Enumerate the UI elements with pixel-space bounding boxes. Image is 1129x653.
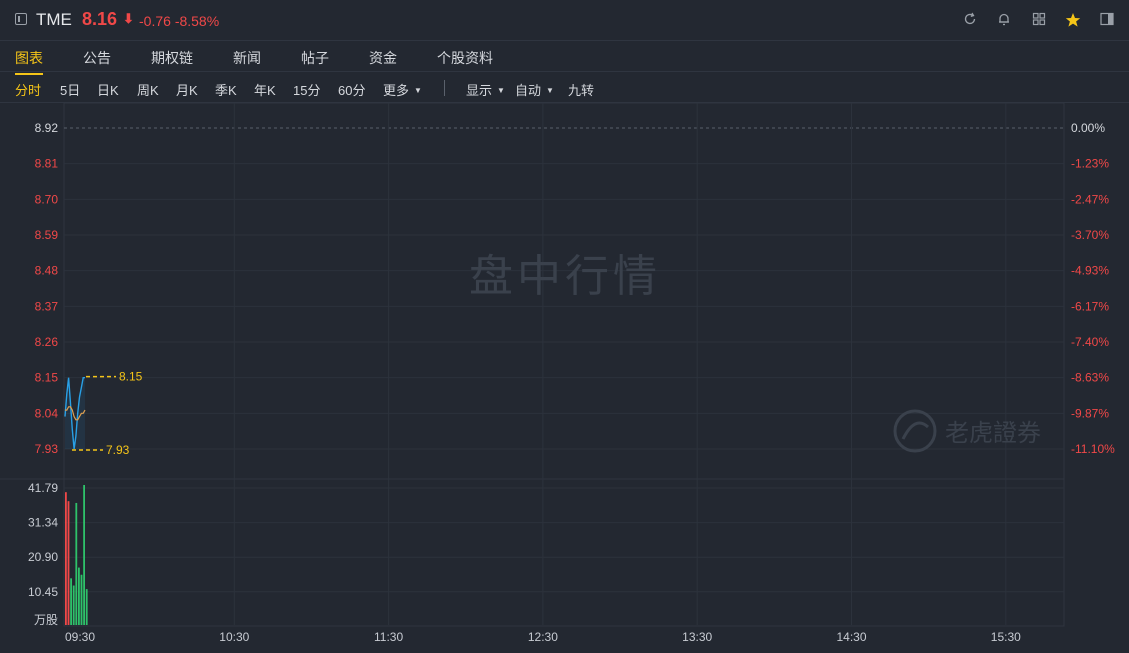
volume-bar — [85, 589, 88, 625]
period-60min[interactable]: 60分 — [338, 80, 365, 99]
pct-axis-label: -6.17% — [1071, 299, 1109, 313]
time-axis-label: 11:30 — [374, 630, 403, 644]
time-axis-label: 13:30 — [682, 630, 712, 644]
volume-axis-label: 20.90 — [28, 550, 58, 564]
time-axis-label: 09:30 — [65, 630, 95, 644]
tab-announcements[interactable]: 公告 — [83, 48, 111, 68]
price-axis-label: 8.37 — [35, 299, 59, 313]
caret-down-icon: ▼ — [546, 86, 554, 95]
change-percent: -8.58% — [174, 13, 220, 29]
tiger-logo-icon — [893, 409, 937, 453]
sidebar-icon[interactable] — [1099, 12, 1115, 28]
caret-down-icon: ▼ — [414, 86, 422, 95]
pct-axis-label: 0.00% — [1071, 121, 1105, 135]
price-axis-label: 8.59 — [35, 228, 59, 242]
tab-profile[interactable]: 个股资料 — [437, 48, 493, 68]
panel-toggle-icon[interactable] — [15, 13, 27, 25]
change-value: -0.76 — [139, 13, 171, 29]
time-axis-label: 14:30 — [836, 630, 866, 644]
display-dropdown[interactable]: 显示 ▼ — [466, 80, 505, 99]
auto-dropdown[interactable]: 自动 ▼ — [515, 80, 554, 99]
refresh-icon[interactable] — [962, 12, 978, 28]
period-5day[interactable]: 5日 — [60, 80, 80, 99]
volume-bar — [67, 501, 70, 625]
intraday-chart[interactable]: 8.92 0.00% 8.81 -1.23% 8.70 -2.47% 8.59 -3.70% 8… — [0, 103, 1129, 653]
volume-unit-label: 万股 — [34, 613, 58, 627]
tab-bar: 图表 公告 期权链 新闻 帖子 资金 个股资料 — [0, 40, 1129, 75]
price-axis-label: 8.48 — [35, 264, 59, 278]
volume-bar — [75, 502, 78, 625]
tab-chart[interactable]: 图表 — [15, 48, 43, 75]
pct-axis-label: -7.40% — [1071, 335, 1109, 349]
nine-turn-button[interactable]: 九转 — [568, 80, 594, 99]
volume-axis-label: 41.79 — [28, 481, 58, 495]
period-weekly[interactable]: 周K — [137, 80, 159, 99]
volume-bar — [65, 492, 67, 625]
toolbar-divider — [444, 80, 445, 96]
price-axis-label: 8.70 — [35, 192, 59, 206]
pct-axis-label: -4.93% — [1071, 264, 1109, 278]
volume-axis-label: 31.34 — [28, 516, 58, 530]
pct-axis-label: -1.23% — [1071, 157, 1109, 171]
price-change: -0.76 -8.58% — [139, 13, 219, 29]
watermark-text: 盘中行情 — [469, 251, 661, 302]
pct-axis-label: -8.63% — [1071, 371, 1109, 385]
volume-bar — [78, 567, 80, 625]
period-monthly[interactable]: 月K — [176, 80, 198, 99]
price-axis-label: 8.15 — [35, 371, 59, 385]
time-axis-label: 12:30 — [528, 630, 558, 644]
display-label: 显示 — [466, 83, 493, 98]
grid-icon[interactable] — [1031, 12, 1047, 28]
tiger-logo-stripe — [901, 421, 930, 440]
pct-axis-label: -9.87% — [1071, 406, 1109, 420]
chart-toolbar: 分时 5日 日K 周K 月K 季K 年K 15分 60分 更多 ▼ 显示 ▼ 自动 ▼… — [0, 72, 1129, 103]
volume-axis-label: 10.45 — [28, 585, 58, 599]
period-intraday[interactable]: 分时 — [15, 80, 41, 99]
pct-axis-label: -2.47% — [1071, 192, 1109, 206]
chart-frame — [63, 103, 1065, 627]
volume-bar — [83, 485, 85, 625]
price-axis-label: 8.04 — [35, 406, 59, 420]
ticker-symbol: TME — [36, 10, 72, 29]
period-yearly[interactable]: 年K — [254, 80, 276, 99]
brand-watermark: 老虎證券 — [945, 419, 1041, 447]
tab-posts[interactable]: 帖子 — [301, 48, 329, 68]
period-daily[interactable]: 日K — [97, 80, 119, 99]
price-axis-label: 8.81 — [35, 157, 59, 171]
high-marker-label: 8.15 — [119, 370, 143, 384]
period-15min[interactable]: 15分 — [293, 80, 320, 99]
volume-bar — [70, 578, 72, 625]
period-quarterly[interactable]: 季K — [215, 80, 237, 99]
down-arrow-icon: ⬇ — [123, 11, 134, 26]
volume-bar — [80, 574, 83, 625]
tab-funds[interactable]: 资金 — [369, 48, 397, 68]
tab-news[interactable]: 新闻 — [233, 48, 261, 68]
volume-bar — [72, 585, 75, 625]
price-axis-label: 8.26 — [35, 335, 59, 349]
pct-axis-label: -3.70% — [1071, 228, 1109, 242]
auto-label: 自动 — [515, 83, 542, 98]
caret-down-icon: ▼ — [497, 86, 505, 95]
more-label: 更多 — [383, 83, 410, 98]
price-axis-label: 7.93 — [35, 442, 59, 456]
tab-options-chain[interactable]: 期权链 — [151, 48, 193, 68]
bell-icon[interactable] — [996, 12, 1012, 28]
last-price: 8.16 — [82, 9, 118, 29]
low-marker-label: 7.93 — [106, 443, 130, 457]
price-axis-label: 8.92 — [35, 121, 59, 135]
more-dropdown[interactable]: 更多 ▼ — [383, 80, 422, 99]
quote-header: TME 8.16 ⬇ -0.76 -8.58% — [0, 0, 1129, 40]
star-icon[interactable] — [1065, 12, 1081, 28]
pct-axis-label: -11.10% — [1071, 442, 1115, 456]
time-axis-label: 15:30 — [991, 630, 1021, 644]
time-axis-label: 10:30 — [219, 630, 249, 644]
